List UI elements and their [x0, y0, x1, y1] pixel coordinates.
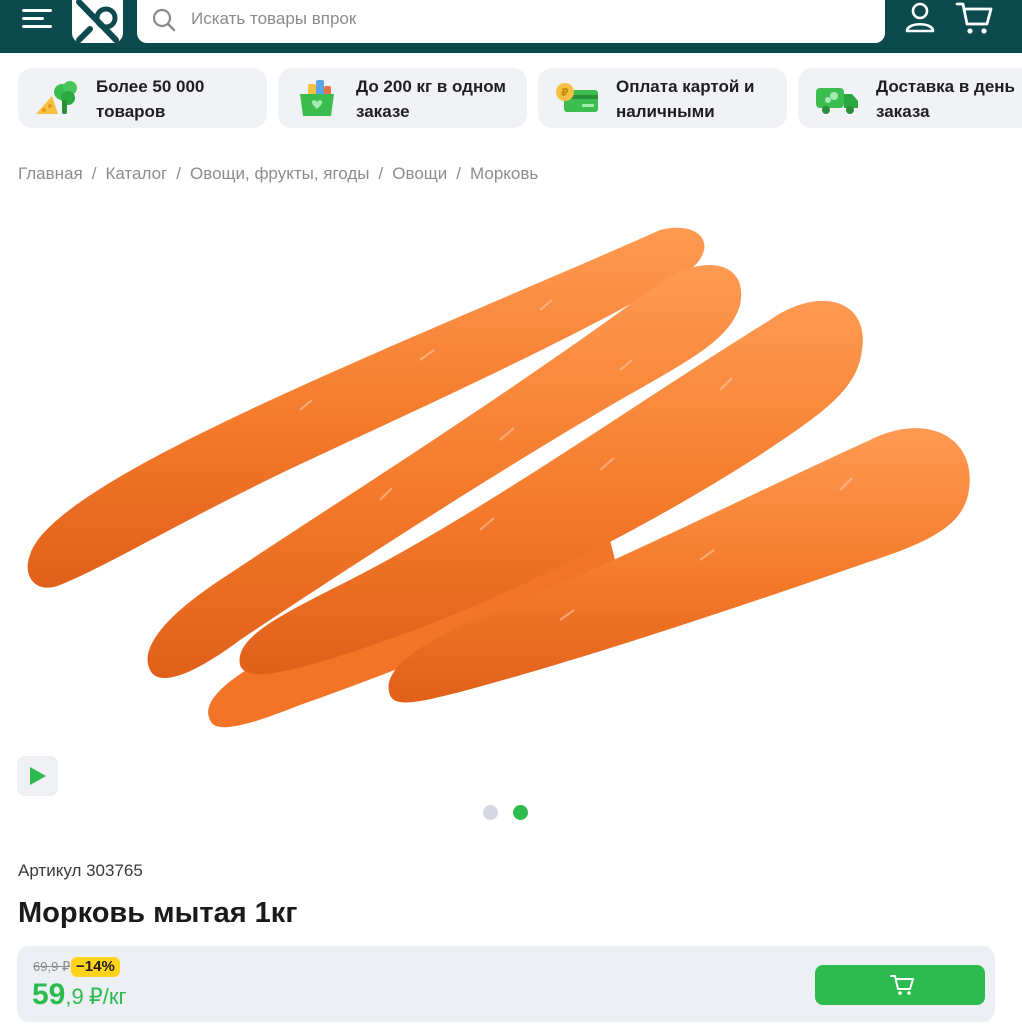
- breadcrumb-separator: /: [456, 164, 462, 183]
- current-price: 59,9 ₽/кг: [32, 978, 127, 1012]
- price-fraction: ,9: [65, 984, 84, 1009]
- feature-card-assortment: Более 50 000 товаров: [18, 68, 267, 128]
- breadcrumb-separator: /: [176, 164, 181, 183]
- menu-icon[interactable]: [22, 6, 56, 32]
- old-price: 69,9 ₽: [33, 959, 71, 974]
- search-bar[interactable]: [137, 0, 885, 43]
- feature-card-weight: До 200 кг в одном заказе: [278, 68, 527, 128]
- feature-text: До 200 кг в одном заказе: [356, 77, 506, 121]
- logo-icon[interactable]: [72, 0, 123, 43]
- cart-icon: [890, 975, 914, 995]
- gallery-dot-1[interactable]: [483, 805, 498, 820]
- product-image[interactable]: [0, 200, 1022, 770]
- feature-text: Оплата картой и наличными: [616, 77, 755, 121]
- top-header: [0, 0, 1022, 53]
- vegetables-icon: [34, 78, 80, 118]
- breadcrumb-home[interactable]: Главная: [18, 164, 83, 183]
- feature-text: Более 50 000 товаров: [96, 77, 205, 121]
- gallery-dot-2-active[interactable]: [513, 805, 528, 820]
- feature-card-payment: ₽ Оплата картой и наличными: [538, 68, 787, 128]
- cart-icon[interactable]: [954, 0, 994, 41]
- search-input[interactable]: [191, 4, 851, 34]
- gallery-pagination: [483, 805, 533, 821]
- price-bar: 69,9 ₽ −14% 59,9 ₽/кг: [17, 946, 995, 1022]
- feature-text: Доставка в день заказа: [876, 77, 1015, 121]
- search-icon: [152, 8, 176, 32]
- breadcrumb-catalog[interactable]: Каталог: [105, 164, 167, 183]
- delivery-truck-icon: [814, 78, 860, 118]
- price-unit: ₽/кг: [88, 984, 127, 1009]
- product-article: Артикул 303765: [18, 861, 143, 880]
- breadcrumb-vegetables[interactable]: Овощи: [392, 164, 447, 183]
- product-title: Морковь мытая 1кг: [18, 897, 298, 929]
- feature-card-delivery: Доставка в день заказа: [798, 68, 1022, 128]
- user-icon[interactable]: [902, 0, 938, 41]
- play-icon: [30, 767, 46, 785]
- breadcrumb-separator: /: [91, 164, 97, 183]
- breadcrumb-fruits-vegetables[interactable]: Овощи, фрукты, ягоды: [190, 164, 370, 183]
- breadcrumb-carrots[interactable]: Морковь: [470, 164, 538, 183]
- price-integer: 59: [32, 978, 66, 1011]
- video-play-button[interactable]: [17, 756, 58, 796]
- breadcrumb: Главная / Каталог / Овощи, фрукты, ягоды / Ово…: [18, 164, 538, 184]
- svg-text:₽: ₽: [561, 86, 569, 99]
- card-coin-icon: ₽: [554, 78, 600, 118]
- breadcrumb-separator: /: [378, 164, 384, 183]
- grocery-box-icon: [294, 78, 340, 118]
- add-to-cart-button[interactable]: [815, 965, 985, 1005]
- discount-badge: −14%: [71, 957, 120, 977]
